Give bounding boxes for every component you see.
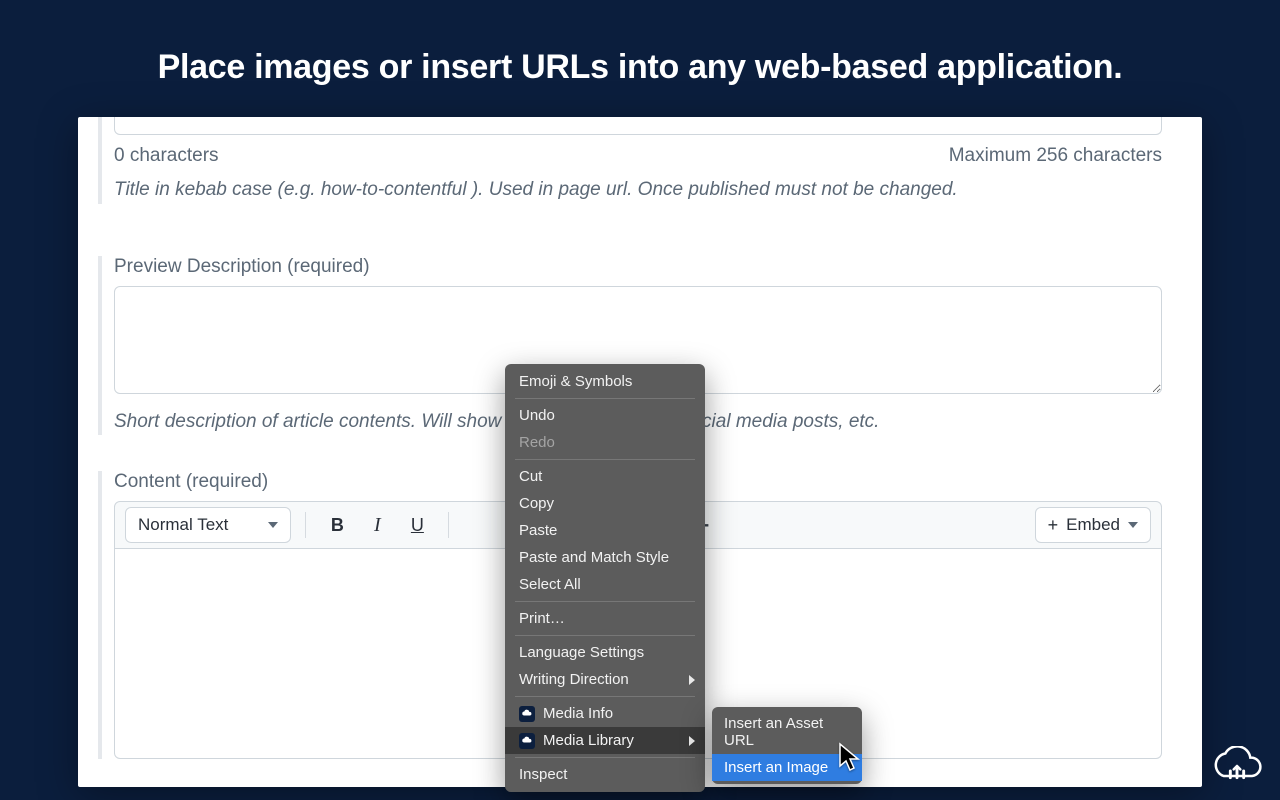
brand-logo-icon	[1212, 746, 1262, 786]
ctx-separator	[515, 696, 695, 697]
format-select[interactable]: Normal Text	[125, 507, 291, 543]
char-max: Maximum 256 characters	[949, 145, 1162, 167]
ctx-cut[interactable]: Cut	[505, 463, 705, 490]
ctx-paste[interactable]: Paste	[505, 517, 705, 544]
chevron-down-icon	[1128, 522, 1138, 528]
format-select-label: Normal Text	[138, 515, 228, 535]
underline-button[interactable]: U	[400, 508, 434, 542]
chevron-down-icon	[268, 522, 278, 528]
ctx-separator	[515, 398, 695, 399]
plus-icon: +	[1048, 516, 1059, 534]
ctx-media-library[interactable]: Media Library	[505, 727, 705, 754]
embed-label: Embed	[1066, 515, 1120, 535]
bold-button[interactable]: B	[320, 508, 354, 542]
chevron-right-icon	[689, 675, 695, 685]
context-menu: Emoji & Symbols Undo Redo Cut Copy Paste…	[505, 364, 705, 792]
ctx-inspect[interactable]: Inspect	[505, 761, 705, 788]
ctx-paste-match[interactable]: Paste and Match Style	[505, 544, 705, 571]
ctx-print[interactable]: Print…	[505, 605, 705, 632]
field-accent-bar	[98, 471, 102, 759]
toolbar-separator	[448, 512, 449, 538]
ctx-undo[interactable]: Undo	[505, 402, 705, 429]
page-headline: Place images or insert URLs into any web…	[0, 0, 1280, 117]
field-accent-bar	[98, 256, 102, 436]
toolbar-separator	[305, 512, 306, 538]
preview-label: Preview Description (required)	[114, 256, 1162, 278]
cloud-icon	[519, 706, 535, 722]
cloud-icon	[519, 733, 535, 749]
chevron-right-icon	[689, 736, 695, 746]
ctx-separator	[515, 635, 695, 636]
title-field-group: 0 characters Maximum 256 characters Titl…	[114, 117, 1162, 204]
title-input[interactable]	[114, 117, 1162, 135]
ctx-separator	[515, 459, 695, 460]
ctx-copy[interactable]: Copy	[505, 490, 705, 517]
field-accent-bar	[98, 117, 102, 204]
ctx-select-all[interactable]: Select All	[505, 571, 705, 598]
ctx-writing-direction[interactable]: Writing Direction	[505, 666, 705, 693]
title-subrow: 0 characters Maximum 256 characters	[114, 145, 1162, 167]
ctx-separator	[515, 601, 695, 602]
ctx-language-settings[interactable]: Language Settings	[505, 639, 705, 666]
char-count: 0 characters	[114, 145, 219, 167]
ctx-emoji-symbols[interactable]: Emoji & Symbols	[505, 368, 705, 395]
italic-button[interactable]: I	[360, 508, 394, 542]
title-help: Title in kebab case (e.g. how-to-content…	[114, 177, 1162, 204]
cursor-icon	[838, 742, 862, 777]
embed-button[interactable]: + Embed	[1035, 507, 1151, 543]
ctx-redo: Redo	[505, 429, 705, 456]
ctx-media-info[interactable]: Media Info	[505, 700, 705, 727]
ctx-separator	[515, 757, 695, 758]
